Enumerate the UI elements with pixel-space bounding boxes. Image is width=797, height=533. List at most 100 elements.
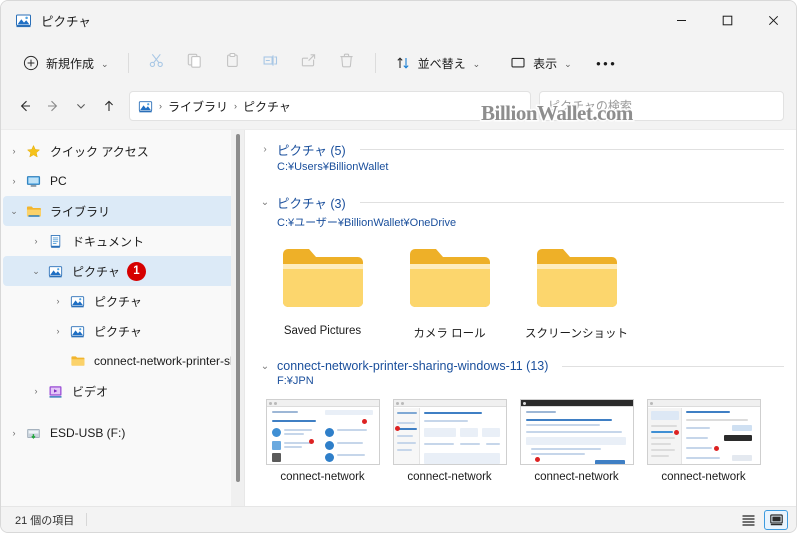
breadcrumb-separator: › [159,101,162,111]
sort-button-label: 並べ替え [417,56,466,71]
breadcrumb-item-pictures[interactable]: ピクチャ [243,98,291,115]
share-button[interactable] [290,47,328,79]
window-title: ピクチャ [41,14,91,29]
sidebar-item-pictures-sub-2[interactable]: › ピクチャ [3,316,237,346]
paste-button[interactable] [214,47,252,79]
group-rule [562,365,784,367]
chevron-down-icon: ⌄ [472,58,481,69]
group-path: F:¥JPN [277,375,314,387]
sidebar-item-pictures-sub-1[interactable]: › ピクチャ [3,286,237,316]
item-label: connect-network [407,471,492,483]
image-tile[interactable]: connect-network [513,395,640,485]
folder-tile[interactable]: カメラ ロール [386,240,513,343]
item-label: connect-network [661,471,746,483]
chevron-down-icon[interactable]: ⌄ [25,266,47,277]
more-options-button[interactable]: ••• [590,47,624,79]
copy-button[interactable] [176,47,214,79]
sidebar-item-esd-usb[interactable]: › ESD-USB (F:) [3,418,237,448]
folder-icon [406,244,494,317]
chevron-right-icon[interactable]: › [47,326,69,336]
sidebar-scrollbar-track[interactable] [231,130,245,506]
list-view-icon[interactable] [736,510,760,530]
item-label: Saved Pictures [283,325,362,337]
chevron-down-icon: ⌄ [101,58,109,69]
folder-tile[interactable]: Saved Pictures [259,240,386,343]
sidebar-item-label: connect-network-printer-shari [94,354,237,368]
address-bar[interactable]: › ライブラリ › ピクチャ [129,91,531,121]
details-view-icon[interactable] [764,509,788,530]
status-bar: 21 個の項目 [1,506,796,532]
explorer-body: › クイック アクセス › PC ⌄ ライブラリ › ドキュメント ⌄ ピクチャ… [1,129,796,506]
new-button[interactable]: 新規作成 ⌄ [13,47,119,79]
sidebar-item-documents[interactable]: › ドキュメント [3,226,237,256]
view-button[interactable]: 表示 ⌄ [500,47,582,79]
forward-button[interactable] [39,92,67,120]
status-divider [86,513,88,526]
sort-button[interactable]: 並べ替え ⌄ [385,47,491,79]
image-tile[interactable]: connect-network [640,395,767,485]
chevron-down-icon[interactable]: ⌄ [3,206,25,217]
sidebar-scrollbar-thumb[interactable] [236,134,240,482]
recent-locations-button[interactable] [67,92,95,120]
navigation-pane: › クイック アクセス › PC ⌄ ライブラリ › ドキュメント ⌄ ピクチャ… [1,130,245,506]
chevron-right-icon[interactable]: › [259,144,271,155]
title-bar: ピクチャ [1,1,796,39]
sidebar-item-videos[interactable]: › ビデオ [3,376,237,406]
group-header-pictures-5[interactable]: › ピクチャ (5) [259,140,784,159]
window-controls [658,1,796,39]
folder-tile[interactable]: スクリーンショット [513,240,640,343]
group-title: ピクチャ (3) [277,197,346,211]
group-header-pictures-3[interactable]: ⌄ ピクチャ (3) [259,193,784,212]
pc-icon [25,174,42,189]
group-rule [359,202,784,203]
sidebar-item-label: ビデオ [72,384,109,399]
breadcrumb-item-library[interactable]: ライブラリ [168,98,228,115]
file-explorer-window: ピクチャ 新規作成 ⌄ 並べ替え ⌄ 表示 ⌄ ••• › ライブラリ › ピク… [0,0,797,533]
sidebar-item-quick-access[interactable]: › クイック アクセス [3,136,237,166]
chevron-down-icon[interactable]: ⌄ [259,361,271,372]
sidebar-item-label: ESD-USB (F:) [50,426,126,440]
delete-button[interactable] [328,47,366,79]
folder-icon [25,204,42,219]
back-button[interactable] [11,92,39,120]
minimize-button[interactable] [658,1,704,39]
item-label: connect-network [280,471,365,483]
chevron-right-icon[interactable]: › [3,146,25,156]
rename-icon [262,52,279,74]
search-input[interactable] [548,99,775,113]
scissors-icon [148,52,165,74]
sidebar-item-pc[interactable]: › PC [3,166,237,196]
folder-icon [533,244,621,317]
folder-icon [279,244,367,317]
sidebar-item-label: ピクチャ [72,264,120,279]
chevron-right-icon[interactable]: › [25,236,47,246]
sidebar-item-label: ピクチャ [94,324,142,339]
view-toggle-group [736,509,788,530]
sidebar-item-connect-network-printer-folder[interactable]: connect-network-printer-shari [3,346,237,376]
chevron-right-icon[interactable]: › [25,386,47,396]
sidebar-item-label: PC [50,174,67,188]
toolbar-divider-2 [374,53,376,73]
sidebar-item-pictures-library[interactable]: ⌄ ピクチャ 1 [3,256,237,286]
toolbar-divider [127,53,129,73]
close-button[interactable] [750,1,796,39]
rename-button[interactable] [252,47,290,79]
search-box[interactable] [539,91,784,121]
maximize-button[interactable] [704,1,750,39]
chevron-right-icon[interactable]: › [3,176,25,186]
up-button[interactable] [95,92,123,120]
folder-icon [69,354,86,368]
sidebar-item-label: ピクチャ [94,294,142,309]
chevron-down-icon[interactable]: ⌄ [259,197,271,208]
cut-button[interactable] [138,47,176,79]
star-icon [25,144,42,159]
image-tile[interactable]: connect-network [386,395,513,485]
chevron-right-icon[interactable]: › [47,296,69,306]
sidebar-item-libraries[interactable]: ⌄ ライブラリ [3,196,237,226]
breadcrumb-separator: › [234,101,238,111]
chevron-right-icon[interactable]: › [3,428,25,438]
image-tile[interactable]: connect-network [259,395,386,485]
group-header-connect-network[interactable]: ⌄ connect-network-printer-sharing-window… [259,359,784,373]
new-button-label: 新規作成 [46,56,95,71]
group-title: connect-network-printer-sharing-windows-… [277,359,549,373]
